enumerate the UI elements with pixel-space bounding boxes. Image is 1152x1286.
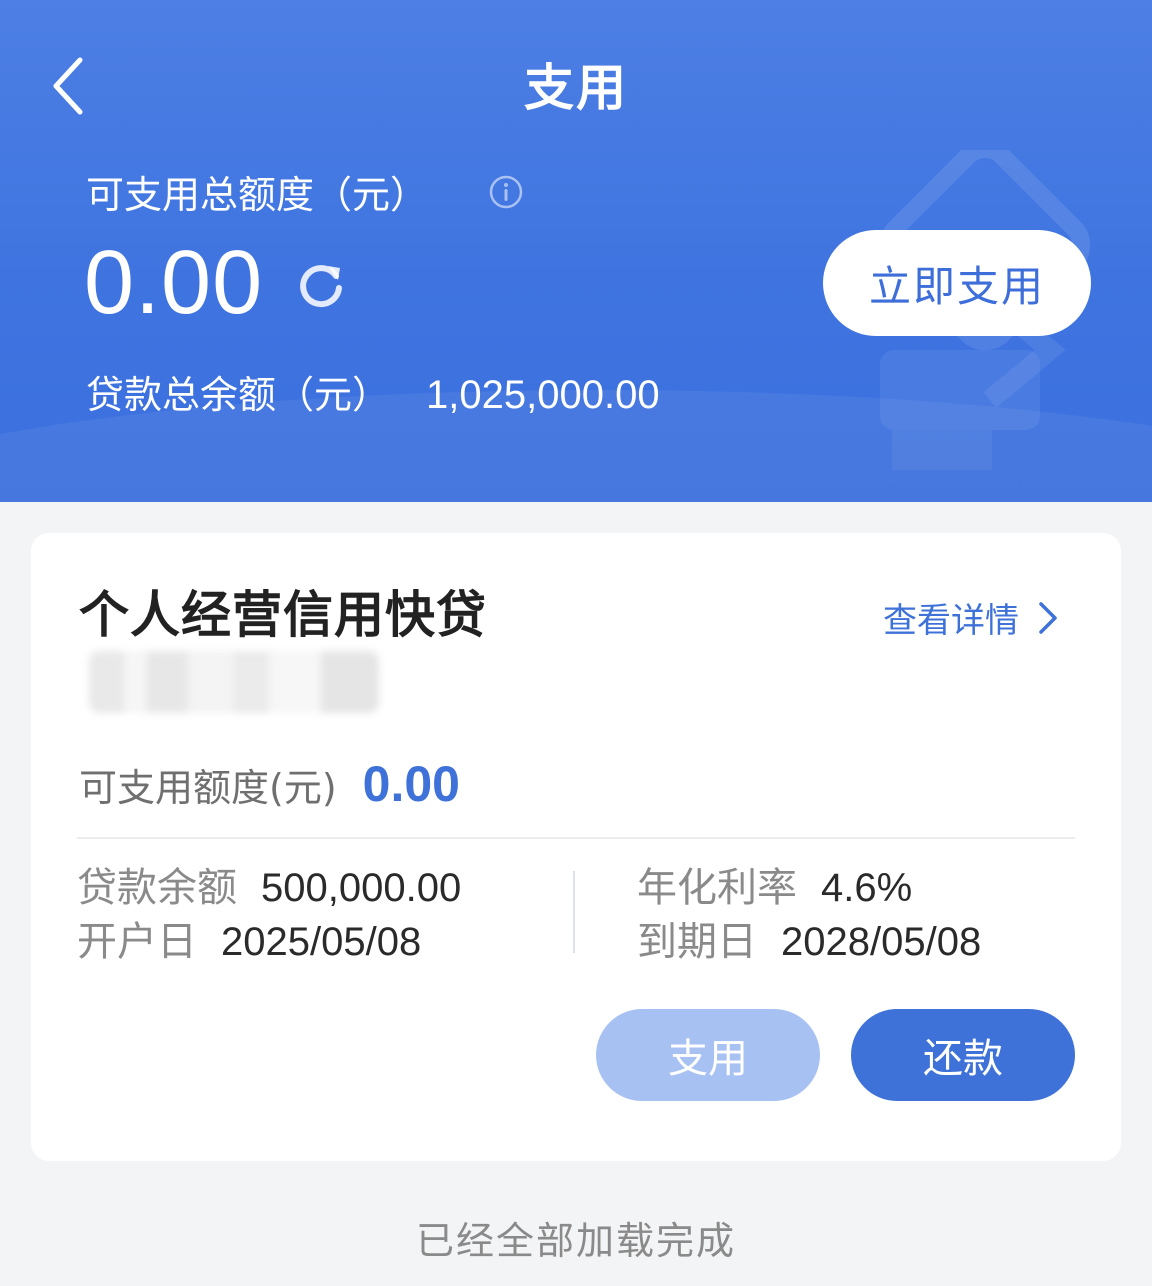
divider bbox=[77, 837, 1075, 839]
vertical-separator bbox=[573, 871, 575, 953]
loan-balance-value: 500,000.00 bbox=[261, 866, 462, 910]
masked-account-number bbox=[89, 651, 379, 713]
page-title: 支用 bbox=[524, 59, 628, 117]
due-date-value: 2028/05/08 bbox=[781, 920, 982, 964]
info-icon[interactable] bbox=[488, 174, 524, 210]
total-balance-label: 贷款总余额（元） bbox=[86, 373, 391, 417]
available-quota-row: 可支用额度(元) 0.00 bbox=[79, 755, 460, 813]
open-date-value: 2025/05/08 bbox=[221, 920, 422, 964]
loan-balance-item: 贷款余额 500,000.00 bbox=[77, 855, 461, 913]
product-name: 个人经营信用快贷 bbox=[79, 586, 487, 644]
view-details-link[interactable]: 查看详情 bbox=[883, 593, 1059, 642]
annual-rate-value: 4.6% bbox=[821, 866, 913, 910]
refresh-icon[interactable] bbox=[292, 256, 350, 314]
annual-rate-item: 年化利率 4.6% bbox=[637, 855, 912, 913]
header-banner: 支用 可支用总额度（元） 0.00 立即支用 贷款总余额（元） 1,025,000… bbox=[0, 0, 1152, 502]
loan-product-card: 个人经营信用快贷 查看详情 可支用额度(元) 0.00 贷款余额 500,000.… bbox=[31, 533, 1121, 1161]
total-quota-label: 可支用总额度（元） bbox=[86, 173, 429, 217]
available-quota-label: 可支用额度(元) bbox=[79, 766, 337, 810]
total-quota-value: 0.00 bbox=[84, 233, 264, 333]
total-balance-value: 1,025,000.00 bbox=[426, 373, 660, 417]
use-button[interactable]: 支用 bbox=[596, 1009, 820, 1101]
annual-rate-label: 年化利率 bbox=[637, 865, 797, 911]
due-date-item: 到期日 2028/05/08 bbox=[637, 909, 981, 967]
repay-button[interactable]: 还款 bbox=[851, 1009, 1075, 1101]
use-now-button[interactable]: 立即支用 bbox=[823, 230, 1091, 336]
loan-balance-label: 贷款余额 bbox=[77, 865, 237, 911]
due-date-label: 到期日 bbox=[637, 919, 757, 965]
available-quota-value: 0.00 bbox=[362, 756, 460, 812]
open-date-label: 开户日 bbox=[77, 919, 197, 965]
load-complete-text: 已经全部加载完成 bbox=[415, 1219, 736, 1263]
chevron-right-icon bbox=[1039, 601, 1057, 634]
open-date-item: 开户日 2025/05/08 bbox=[77, 909, 421, 967]
view-details-label: 查看详情 bbox=[883, 601, 1019, 641]
total-balance-row: 贷款总余额（元） 1,025,000.00 bbox=[86, 364, 660, 419]
